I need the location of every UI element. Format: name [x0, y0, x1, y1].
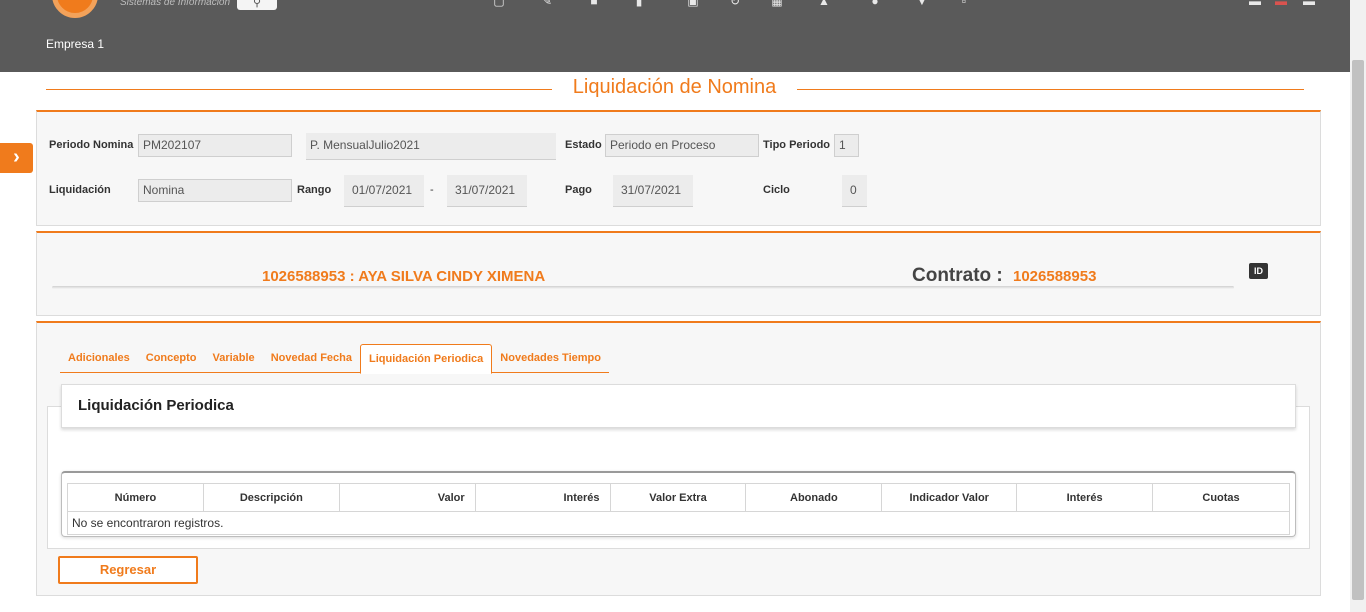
ciclo-field[interactable]: 0	[842, 175, 867, 207]
column-numero[interactable]: Número	[67, 483, 204, 512]
column-valor[interactable]: Valor	[338, 483, 476, 512]
liquidation-table: Número Descripción Valor Interés Valor E…	[67, 483, 1290, 535]
contrato-label: Contrato :	[912, 265, 1003, 286]
tab-liquidacion-periodica[interactable]: Liquidación Periodica	[360, 344, 493, 374]
search-icon: ⚲	[252, 0, 262, 9]
periodo-description-field[interactable]: P. MensualJulio2021	[306, 133, 556, 160]
estado-field[interactable]: Periodo en Proceso	[605, 134, 759, 157]
title-divider-left	[46, 89, 552, 90]
document-icon[interactable]: ▢	[490, 0, 508, 7]
globe-icon[interactable]: ●	[866, 0, 884, 7]
logo-subtitle: Sistemas de Información	[120, 0, 231, 8]
section-header	[61, 384, 1296, 428]
tipo-periodo-label: Tipo Periodo	[763, 139, 831, 151]
section-title: Liquidación Periodica	[78, 397, 234, 414]
ciclo-label: Ciclo	[763, 184, 790, 196]
column-interes[interactable]: Interés	[474, 483, 611, 512]
search-button[interactable]: ⚲	[237, 0, 277, 10]
page-title: Liquidación de Nomina	[572, 76, 777, 98]
tab-bar: Adicionales Concepto Variable Novedad Fe…	[60, 344, 609, 374]
column-abonado[interactable]: Abonado	[745, 483, 883, 512]
empty-message: No se encontraron registros.	[67, 511, 1290, 535]
scrollbar-thumb[interactable]	[1352, 60, 1364, 600]
periodo-field[interactable]: PM202107	[138, 134, 292, 157]
period-panel	[36, 110, 1321, 226]
logo[interactable]	[52, 0, 98, 18]
location-icon[interactable]: ▼	[913, 0, 931, 7]
table-row: No se encontraron registros.	[67, 511, 1290, 535]
users-icon[interactable]: ■	[585, 0, 603, 7]
column-valor-extra[interactable]: Valor Extra	[609, 483, 747, 512]
rango-hasta-field[interactable]: 31/07/2021	[447, 175, 527, 207]
tipo-periodo-field[interactable]: 1	[834, 134, 859, 157]
table-header-row: Número Descripción Valor Interés Valor E…	[67, 483, 1290, 512]
rango-label: Rango	[297, 184, 332, 196]
chart-icon[interactable]: ▮	[630, 0, 648, 7]
column-descripcion[interactable]: Descripción	[202, 483, 340, 512]
id-card-icon[interactable]: ID	[1249, 263, 1268, 279]
edit-icon[interactable]: ✎	[538, 0, 556, 7]
employee-name: 1026588953 : AYA SILVA CINDY XIMENA	[262, 268, 546, 285]
tab-novedades-tiempo[interactable]: Novedades Tiempo	[492, 344, 609, 373]
top-bar: Sistemas de Información ⚲ ▢ ✎ ■ ▮ ▣ ↻ ▦ …	[0, 0, 1350, 72]
user-icon[interactable]: ▬	[1300, 0, 1318, 7]
calendar-icon[interactable]: ▦	[768, 0, 786, 7]
employee-panel	[36, 231, 1321, 316]
contrato-value: 1026588953	[1013, 268, 1097, 285]
pago-field[interactable]: 31/07/2021	[613, 175, 693, 207]
alert-icon[interactable]: ▬	[1272, 0, 1290, 7]
tab-novedad-fecha[interactable]: Novedad Fecha	[263, 344, 360, 373]
rango-separator: -	[430, 184, 434, 196]
tab-concepto[interactable]: Concepto	[138, 344, 205, 373]
column-indicador-valor[interactable]: Indicador Valor	[881, 483, 1018, 512]
mail-icon[interactable]: ▫	[955, 0, 973, 7]
regresar-button[interactable]: Regresar	[58, 556, 198, 584]
company-name[interactable]: Empresa 1	[46, 37, 104, 51]
tab-variable[interactable]: Variable	[204, 344, 262, 373]
refresh-icon[interactable]: ↻	[726, 0, 744, 7]
tab-adicionales[interactable]: Adicionales	[60, 344, 138, 373]
window-icon[interactable]: ▬	[1246, 0, 1264, 7]
periodo-label: Periodo Nomina	[49, 139, 134, 151]
box-icon[interactable]: ▣	[684, 0, 702, 7]
column-interes-2[interactable]: Interés	[1016, 483, 1154, 512]
liquidacion-label: Liquidación	[49, 184, 111, 196]
tools-icon[interactable]: ▲	[815, 0, 833, 7]
estado-label: Estado	[565, 139, 602, 151]
chevron-right-icon: ›	[13, 146, 20, 168]
liquidacion-field[interactable]: Nomina	[138, 179, 292, 202]
rango-desde-field[interactable]: 01/07/2021	[344, 175, 424, 207]
title-divider-right	[797, 89, 1304, 90]
sidebar-toggle-button[interactable]: ›	[0, 143, 33, 173]
column-cuotas[interactable]: Cuotas	[1152, 483, 1290, 512]
employee-divider	[52, 286, 1234, 289]
pago-label: Pago	[565, 184, 592, 196]
